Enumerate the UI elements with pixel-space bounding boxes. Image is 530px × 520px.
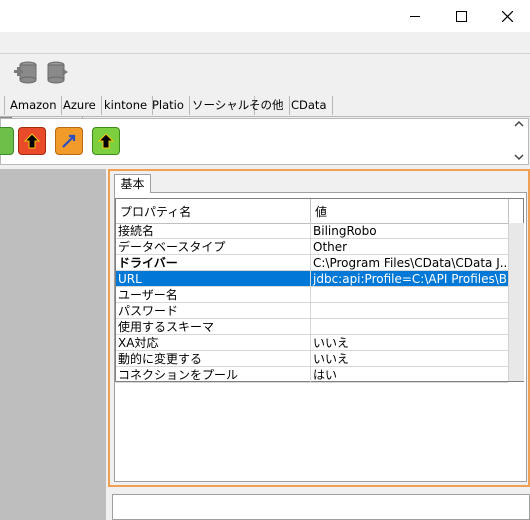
table-row[interactable]: ドライバー C:\Program Files\CData\CData J... — [116, 255, 523, 271]
property-value[interactable]: いいえ — [311, 335, 508, 351]
close-icon — [501, 10, 513, 22]
property-value[interactable] — [311, 303, 508, 319]
upload-orange-icon[interactable] — [55, 127, 83, 155]
description-panel — [112, 494, 530, 520]
tab-other[interactable]: その他 — [244, 96, 290, 115]
close-button[interactable] — [484, 0, 530, 32]
property-value[interactable]: はい — [311, 367, 508, 383]
icon-panel-scrollbar[interactable] — [511, 120, 527, 161]
table-row[interactable]: 接続名 BilingRobo — [116, 223, 523, 239]
table-row[interactable]: 動的に変更する いいえ — [116, 351, 523, 367]
green-connector-icon[interactable] — [0, 127, 14, 155]
property-name: 接続名 — [116, 223, 311, 239]
table-row[interactable]: ユーザー名 — [116, 287, 523, 303]
grid-scrollbar[interactable] — [508, 223, 524, 381]
chevron-down-icon[interactable] — [514, 153, 524, 161]
property-value[interactable]: Other — [311, 239, 508, 255]
tab-kintone[interactable]: kintone — [99, 96, 154, 115]
property-name: データベースタイプ — [116, 239, 311, 255]
property-grid: プロパティ名 値 接続名 BilingRobo データベースタイプ Other … — [115, 198, 524, 383]
minimize-button[interactable] — [392, 0, 438, 32]
chevron-up-icon[interactable] — [514, 120, 524, 128]
tab-cdata[interactable]: CData — [286, 96, 333, 115]
column-header-name[interactable]: プロパティ名 — [116, 199, 311, 223]
database-export-icon[interactable] — [44, 60, 70, 86]
property-value[interactable]: C:\Program Files\CData\CData J... — [311, 255, 508, 271]
table-row[interactable]: XA対応 いいえ — [116, 335, 523, 351]
property-name: 動的に変更する — [116, 351, 311, 367]
property-name: ユーザー名 — [116, 287, 311, 303]
upload-green-icon[interactable] — [92, 127, 120, 155]
tab-amazon[interactable]: Amazon — [5, 96, 63, 115]
title-bar — [0, 0, 530, 32]
property-name: 使用するスキーマ — [116, 319, 311, 335]
tab-platio[interactable]: Platio — [147, 96, 190, 115]
property-name: URL — [116, 271, 311, 287]
column-header-filler — [508, 199, 523, 223]
maximize-icon — [455, 10, 467, 22]
property-value[interactable] — [311, 319, 508, 335]
property-name: パスワード — [116, 303, 311, 319]
table-row[interactable]: パスワード — [116, 303, 523, 319]
table-row[interactable]: データベースタイプ Other — [116, 239, 523, 255]
db-toolbar — [0, 54, 88, 143]
tab-azure[interactable]: Azure — [58, 96, 102, 115]
table-row[interactable]: コネクションをプール はい — [116, 367, 523, 383]
grid-header: プロパティ名 値 — [116, 199, 523, 224]
database-add-icon[interactable] — [14, 60, 38, 86]
upload-red-icon[interactable] — [18, 127, 46, 155]
property-name: ドライバー — [116, 255, 311, 271]
tab-basic[interactable]: 基本 — [114, 174, 151, 193]
property-value[interactable]: BilingRobo — [311, 223, 508, 239]
property-value[interactable]: jdbc:api:Profile=C:\API Profiles\Bil... — [311, 271, 508, 287]
table-row[interactable]: 使用するスキーマ — [116, 319, 523, 335]
property-name: XA対応 — [116, 335, 311, 351]
maximize-button[interactable] — [438, 0, 484, 32]
category-tabstrip: Amazon Azure kintone Platio ソーシャル その他 CD… — [0, 96, 530, 117]
property-value[interactable]: いいえ — [311, 351, 508, 367]
column-header-value[interactable]: 値 — [311, 199, 508, 223]
left-pane — [0, 169, 106, 520]
table-row-selected[interactable]: URL jdbc:api:Profile=C:\API Profiles\Bil… — [116, 271, 523, 287]
minimize-icon — [410, 15, 420, 17]
property-value[interactable] — [311, 287, 508, 303]
property-name: コネクションをプール — [116, 367, 311, 383]
